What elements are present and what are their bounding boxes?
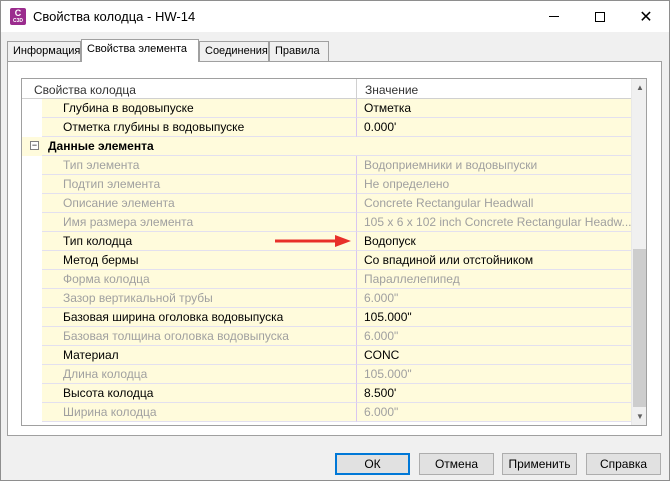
help-button[interactable]: Справка: [586, 453, 661, 475]
property-value: Не определено: [357, 175, 631, 194]
property-name: Данные элемента: [42, 137, 631, 156]
row-gutter: [22, 308, 42, 327]
header-property-name[interactable]: Свойства колодца: [34, 83, 136, 97]
property-value[interactable]: Со впадиной или отстойником: [357, 251, 631, 270]
property-row[interactable]: Отметка глубины в водовыпуске 0.000': [22, 118, 631, 137]
row-gutter: [22, 156, 42, 175]
cancel-button[interactable]: Отмена: [419, 453, 494, 475]
row-gutter: [22, 251, 42, 270]
minimize-icon: [549, 16, 559, 17]
property-value[interactable]: 0.000': [357, 118, 631, 137]
maximize-button[interactable]: [577, 1, 623, 32]
close-button[interactable]: ✕: [623, 1, 669, 32]
property-row[interactable]: Тип элемента Водоприемники и водовыпуски: [22, 156, 631, 175]
row-gutter: [22, 118, 42, 137]
property-value: Параллелепипед: [357, 270, 631, 289]
property-value: 6.000": [357, 289, 631, 308]
maximize-icon: [595, 11, 605, 22]
collapse-icon[interactable]: −: [30, 141, 39, 150]
property-row[interactable]: Подтип элемента Не определено: [22, 175, 631, 194]
vertical-scrollbar[interactable]: ▲ ▼: [631, 79, 646, 425]
property-name: Зазор вертикальной трубы: [42, 289, 357, 308]
row-gutter: [22, 99, 42, 118]
property-name: Отметка глубины в водовыпуске: [42, 118, 357, 137]
property-row[interactable]: Ширина колодца 6.000": [22, 403, 631, 422]
property-name: Имя размера элемента: [42, 213, 357, 232]
property-row[interactable]: Зазор вертикальной трубы 6.000": [22, 289, 631, 308]
property-name: Метод бермы: [42, 251, 357, 270]
civil3d-app-icon: C C3D: [10, 8, 26, 25]
property-value[interactable]: 8.500': [357, 384, 631, 403]
property-row[interactable]: Имя размера элемента 105 x 6 x 102 inch C…: [22, 213, 631, 232]
title-bar[interactable]: C C3D Свойства колодца - HW-14 ✕: [1, 1, 669, 32]
property-name: Базовая ширина оголовка водовыпуска: [42, 308, 357, 327]
property-value[interactable]: CONC: [357, 346, 631, 365]
row-gutter: [22, 384, 42, 403]
scroll-down-icon[interactable]: ▼: [632, 408, 646, 425]
property-grid: Свойства колодца Значение Глубина в водо…: [21, 78, 647, 426]
property-name: Ширина колодца: [42, 403, 357, 422]
property-name: Длина колодца: [42, 365, 357, 384]
property-row[interactable]: Описание элемента Concrete Rectangular He…: [22, 194, 631, 213]
property-row[interactable]: Материал CONC: [22, 346, 631, 365]
ok-button[interactable]: ОК: [335, 453, 410, 475]
row-gutter: [22, 270, 42, 289]
tab-information[interactable]: Информация: [7, 41, 81, 61]
header-divider[interactable]: [356, 79, 357, 99]
property-value[interactable]: Отметка: [357, 99, 631, 118]
property-row[interactable]: Базовая толщина оголовка водовыпуска 6.00…: [22, 327, 631, 346]
row-gutter: [22, 289, 42, 308]
grid-header: Свойства колодца Значение: [22, 79, 631, 99]
property-value: 6.000": [357, 327, 631, 346]
apply-button[interactable]: Применить: [502, 453, 577, 475]
property-value: 105.000": [357, 365, 631, 384]
property-name: Подтип элемента: [42, 175, 357, 194]
annotation-arrow-icon: [275, 235, 351, 247]
tab-element-properties[interactable]: Свойства элемента: [81, 39, 199, 62]
tab-rules[interactable]: Правила: [269, 41, 329, 61]
property-name: Высота колодца: [42, 384, 357, 403]
minimize-button[interactable]: [531, 1, 577, 32]
row-gutter: −: [22, 137, 42, 156]
property-name: Глубина в водовыпуске: [42, 99, 357, 118]
row-gutter: [22, 403, 42, 422]
row-gutter: [22, 213, 42, 232]
row-gutter: [22, 194, 42, 213]
row-gutter: [22, 365, 42, 384]
property-row[interactable]: Глубина в водовыпуске Отметка: [22, 99, 631, 118]
property-name: Тип элемента: [42, 156, 357, 175]
property-value[interactable]: Водопуск: [357, 232, 631, 251]
dialog-window: C C3D Свойства колодца - HW-14 ✕ Информац…: [0, 0, 670, 481]
property-row[interactable]: Базовая ширина оголовка водовыпуска 105.0…: [22, 308, 631, 327]
header-value[interactable]: Значение: [365, 83, 418, 97]
property-name: Базовая толщина оголовка водовыпуска: [42, 327, 357, 346]
property-row[interactable]: Длина колодца 105.000": [22, 365, 631, 384]
window-title: Свойства колодца - HW-14: [33, 9, 196, 24]
property-name: Описание элемента: [42, 194, 357, 213]
row-gutter: [22, 346, 42, 365]
property-name: Материал: [42, 346, 357, 365]
property-row[interactable]: Высота колодца 8.500': [22, 384, 631, 403]
property-value: Водоприемники и водовыпуски: [357, 156, 631, 175]
row-gutter: [22, 175, 42, 194]
property-value: 105 x 6 x 102 inch Concrete Rectangular …: [357, 213, 631, 232]
property-value: Concrete Rectangular Headwall: [357, 194, 631, 213]
property-row[interactable]: Форма колодца Параллелепипед: [22, 270, 631, 289]
property-name: Форма колодца: [42, 270, 357, 289]
tab-connections[interactable]: Соединения: [199, 41, 269, 61]
row-gutter: [22, 327, 42, 346]
row-gutter: [22, 232, 42, 251]
scroll-up-icon[interactable]: ▲: [632, 79, 646, 96]
property-row[interactable]: Метод бермы Со впадиной или отстойником: [22, 251, 631, 270]
property-value[interactable]: 105.000": [357, 308, 631, 327]
category-row[interactable]: − Данные элемента: [22, 137, 631, 156]
scroll-thumb[interactable]: [633, 249, 646, 407]
close-icon: ✕: [639, 6, 653, 26]
property-value: 6.000": [357, 403, 631, 422]
